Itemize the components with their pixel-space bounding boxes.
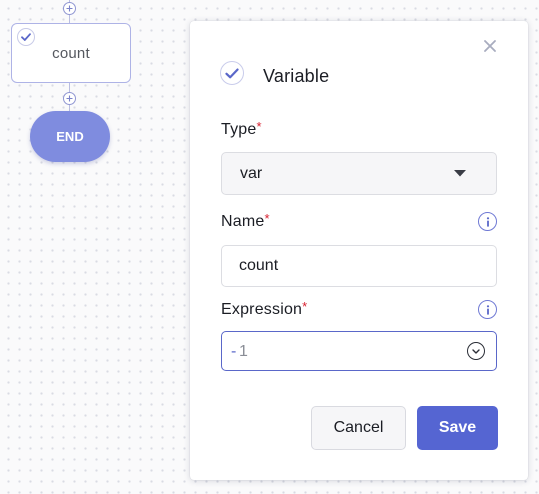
expression-info-icon[interactable] [478, 300, 497, 319]
flow-step-label: count [52, 45, 90, 62]
required-mark: * [302, 299, 308, 314]
flow-step-node[interactable]: count [11, 23, 131, 83]
type-label: Type* [221, 119, 262, 139]
plus-icon [66, 95, 73, 102]
cancel-button[interactable]: Cancel [311, 406, 406, 450]
expression-label: Expression* [221, 299, 308, 319]
save-button[interactable]: Save [417, 406, 498, 450]
text-cursor: - [231, 343, 237, 360]
required-mark: * [264, 211, 270, 226]
add-step-middle-button[interactable] [63, 92, 76, 105]
type-select[interactable]: var [221, 152, 497, 195]
flow-end-label: END [56, 129, 84, 144]
expression-value: 1 [239, 343, 248, 360]
close-icon [484, 40, 496, 52]
caret-down-icon [454, 170, 466, 177]
name-input[interactable] [221, 245, 497, 287]
check-circle-icon [220, 61, 244, 85]
chevron-down-icon [472, 348, 480, 354]
check-circle-icon [17, 28, 35, 46]
required-mark: * [256, 119, 262, 134]
variable-dialog: Variable Type* var Name* Expression* - 1 [190, 21, 528, 480]
type-label-text: Type [221, 121, 257, 138]
name-info-icon[interactable] [478, 212, 497, 231]
expression-input[interactable]: - 1 [221, 331, 497, 371]
type-select-value: var [240, 165, 263, 182]
dialog-title: Variable [263, 66, 330, 86]
expression-label-text: Expression [221, 301, 303, 318]
close-button[interactable] [482, 38, 498, 54]
name-label: Name* [221, 211, 270, 231]
expression-dropdown-button[interactable] [467, 342, 485, 360]
flow-end-node[interactable]: END [30, 111, 110, 162]
plus-icon [66, 5, 73, 12]
add-step-top-button[interactable] [63, 2, 76, 15]
name-label-text: Name [221, 213, 265, 230]
